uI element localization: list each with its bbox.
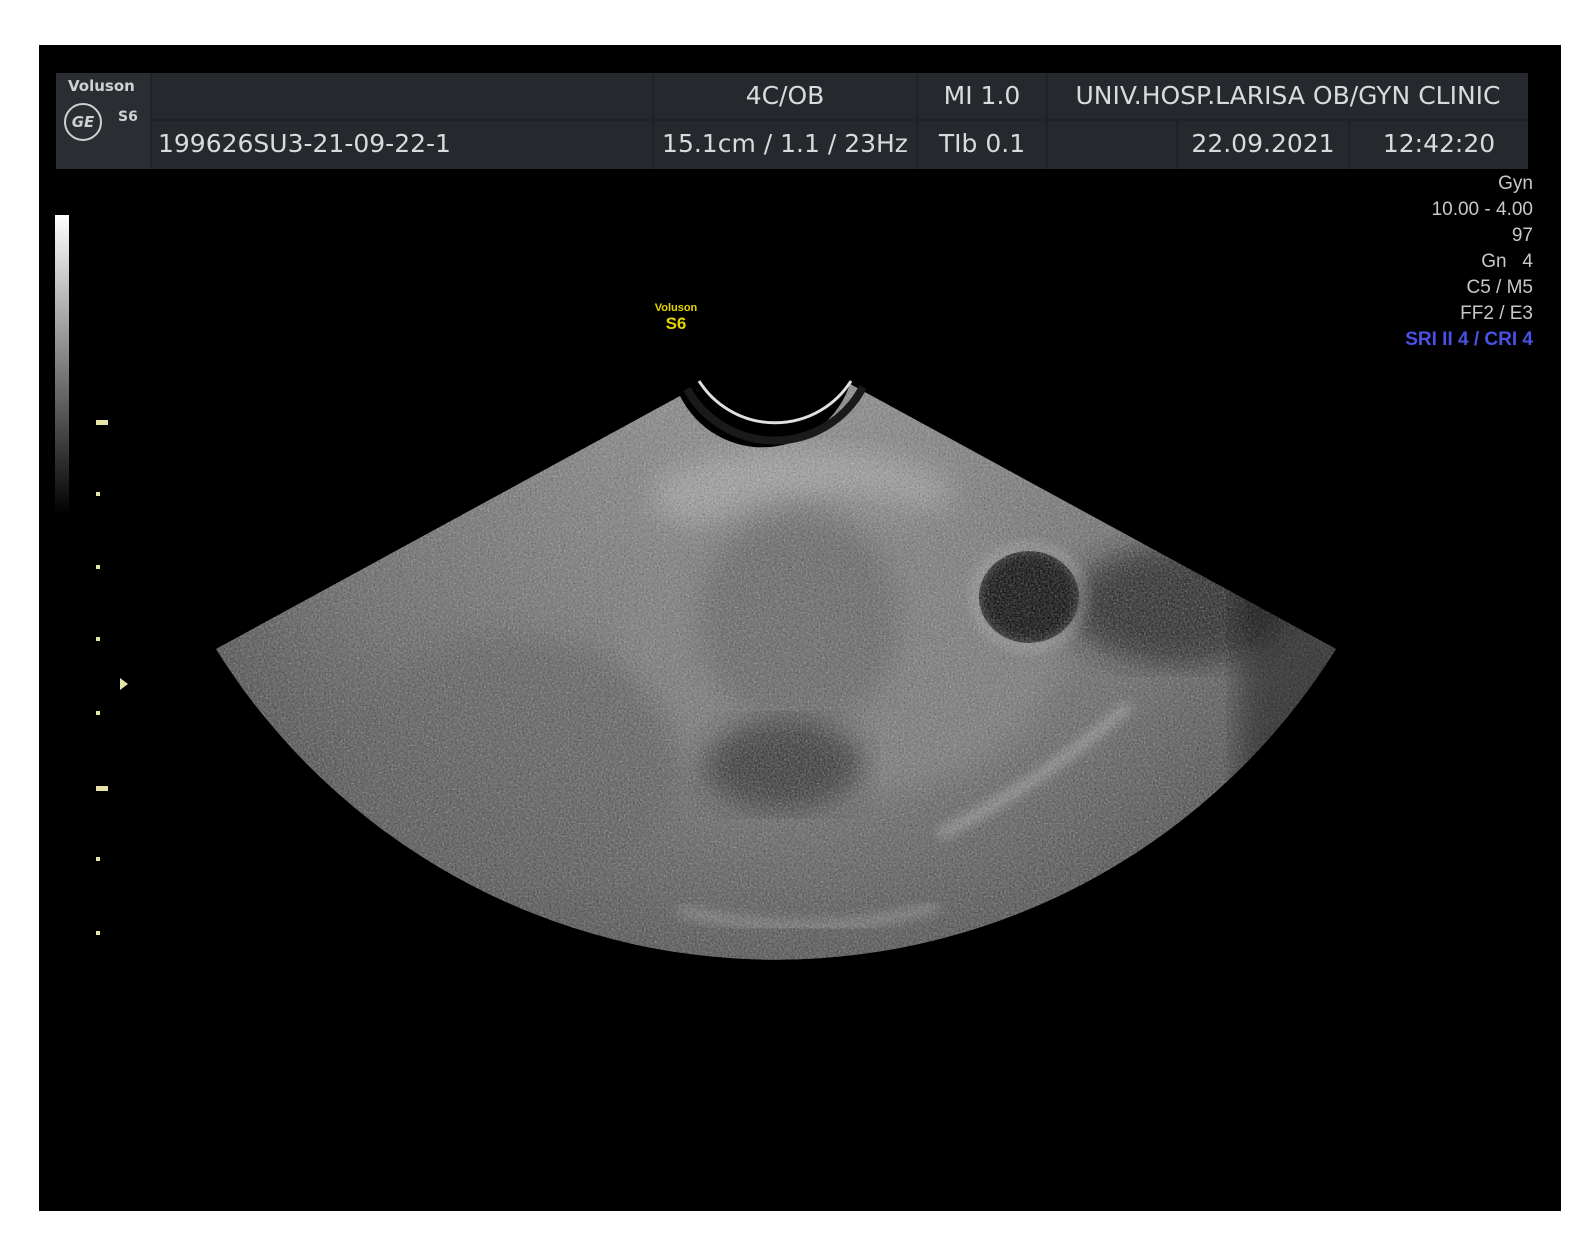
ultrasound-screen: Voluson GE S6 4C/OB MI 1.0 UNIV.HOSP.LAR… bbox=[39, 45, 1561, 1211]
ultrasound-image bbox=[216, 380, 1336, 960]
